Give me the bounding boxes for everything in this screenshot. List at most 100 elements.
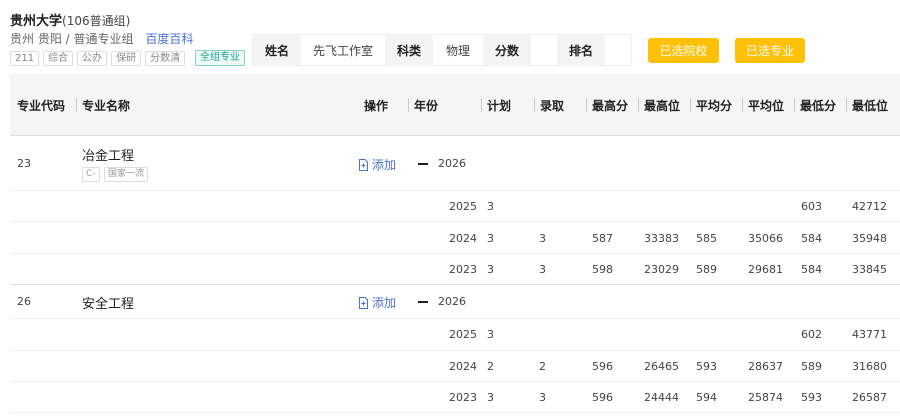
cell-plan: 3 (487, 391, 494, 404)
collapse-minus-icon (418, 300, 428, 303)
tag-score-clear: 分数清 (145, 51, 186, 66)
group-name: (106普通组) (62, 14, 131, 28)
cell-avg-score: 589 (696, 263, 717, 276)
cell-min-rank: 42712 (852, 200, 887, 213)
selected-majors-button[interactable]: 已选专业 (735, 38, 805, 63)
row-divider (10, 412, 900, 413)
major-name[interactable]: 冶金工程 (82, 145, 134, 164)
name-label: 姓名 (253, 35, 301, 65)
cell-min-rank: 31680 (852, 360, 887, 373)
collapse-minus-icon (418, 162, 428, 165)
table-header: 专业代码 专业名称 操作 年份 计划 录取 最高分 最高位 平均分 平均位 最低… (10, 74, 900, 136)
cell-max-rank: 23029 (644, 263, 679, 276)
major-name[interactable]: 安全工程 (82, 293, 134, 312)
tag-postgrad: 保研 (111, 51, 142, 66)
cell-max-rank: 24444 (644, 391, 679, 404)
tag-comprehensive: 综合 (43, 51, 74, 66)
col-admit: 录取 (533, 74, 564, 136)
col-year: 年份 (407, 74, 438, 136)
col-max-score: 最高分 (585, 74, 628, 136)
major-first-class-tag: 国家一流 (104, 167, 149, 182)
cell-min-score: 593 (801, 391, 822, 404)
major-grade-tag: C- (82, 167, 100, 182)
cell-admit: 2 (539, 360, 546, 373)
col-avg-score: 平均分 (689, 74, 732, 136)
cell-plan: 3 (487, 232, 494, 245)
score-label: 分数 (483, 35, 531, 65)
cell-year: 2024 (449, 232, 477, 245)
university-name: 贵州大学 (10, 14, 63, 29)
university-location-line: 贵州 贵阳 / 普通专业组 百度百科 (10, 30, 193, 47)
tag-211: 211 (10, 51, 40, 66)
student-info-box: 姓名 先飞工作室 科类 物理 分数 排名 (252, 34, 632, 66)
subject-label: 科类 (385, 35, 433, 65)
cell-year: 2024 (449, 360, 477, 373)
row-divider (10, 318, 900, 319)
col-avg-rank: 平均位 (741, 74, 784, 136)
cell-min-score: 602 (801, 328, 822, 341)
year-collapse-toggle[interactable]: 2026 (418, 157, 466, 170)
cell-admit: 3 (539, 263, 546, 276)
cell-avg-score: 593 (696, 360, 717, 373)
row-divider (10, 381, 900, 382)
baidu-wiki-link[interactable]: 百度百科 (145, 32, 193, 46)
major-code: 26 (17, 295, 31, 308)
add-label: 添加 (372, 158, 397, 172)
cell-min-score: 603 (801, 200, 822, 213)
cell-min-rank: 43771 (852, 328, 887, 341)
cell-min-score: 589 (801, 360, 822, 373)
name-value: 先飞工作室 (312, 43, 373, 58)
cell-min-rank: 35948 (852, 232, 887, 245)
add-file-icon (359, 158, 368, 171)
cell-admit: 3 (539, 232, 546, 245)
tag-public: 公办 (77, 51, 108, 66)
cell-max-rank: 33383 (644, 232, 679, 245)
cell-avg-rank: 35066 (748, 232, 783, 245)
all-group-majors-tag[interactable]: 全组专业 (195, 50, 245, 66)
cell-max-score: 596 (592, 360, 613, 373)
score-value (531, 35, 557, 65)
cell-year: 2023 (449, 391, 477, 404)
cell-max-score: 598 (592, 263, 613, 276)
add-major-button[interactable]: 添加 (358, 294, 396, 311)
row-divider (10, 350, 900, 351)
cell-avg-rank: 25874 (748, 391, 783, 404)
cell-avg-score: 585 (696, 232, 717, 245)
col-code: 专业代码 (17, 98, 66, 113)
major-divider (10, 284, 900, 285)
cell-min-score: 584 (801, 263, 822, 276)
col-plan: 计划 (480, 74, 511, 136)
cell-plan: 3 (487, 200, 494, 213)
add-major-button[interactable]: 添加 (358, 156, 396, 173)
col-name: 专业名称 (75, 74, 130, 136)
cell-avg-rank: 28637 (748, 360, 783, 373)
rank-label: 排名 (557, 35, 605, 65)
cell-max-score: 596 (592, 391, 613, 404)
cell-avg-rank: 29681 (748, 263, 783, 276)
add-label: 添加 (372, 296, 397, 310)
subject-value: 物理 (445, 43, 470, 58)
cell-year: 2025 (449, 328, 477, 341)
add-file-icon (359, 296, 368, 309)
selected-schools-button[interactable]: 已选院校 (648, 38, 719, 63)
row-divider (10, 190, 900, 191)
rank-value (605, 35, 631, 65)
cell-min-rank: 33845 (852, 263, 887, 276)
cell-year: 2023 (449, 263, 477, 276)
cell-max-score: 587 (592, 232, 613, 245)
university-title: 贵州大学(106普通组) (10, 10, 130, 29)
university-tags: 211 综合 公办 保研 分数清 (10, 51, 186, 66)
col-action: 操作 (364, 98, 389, 113)
cell-admit: 3 (539, 391, 546, 404)
cell-min-rank: 26587 (852, 391, 887, 404)
location-text: 贵州 贵阳 / 普通专业组 (10, 32, 134, 46)
cell-year: 2025 (449, 200, 477, 213)
cell-plan: 3 (487, 328, 494, 341)
cell-plan: 2 (487, 360, 494, 373)
cell-plan: 3 (487, 263, 494, 276)
col-min-rank: 最低位 (845, 74, 888, 136)
cell-avg-score: 594 (696, 391, 717, 404)
year-collapse-toggle[interactable]: 2026 (418, 295, 466, 308)
cell-min-score: 584 (801, 232, 822, 245)
cell-max-rank: 26465 (644, 360, 679, 373)
